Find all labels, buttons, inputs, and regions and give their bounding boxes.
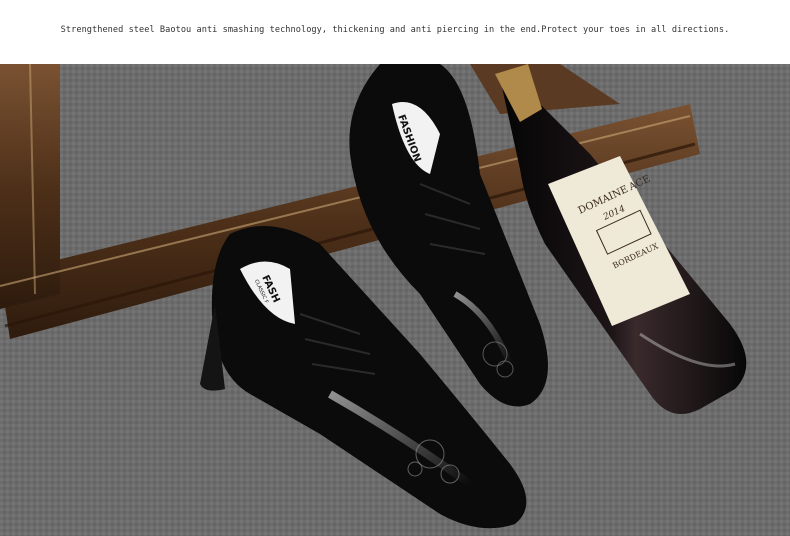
caption-bar: Strengthened steel Baotou anti smashing … [0, 0, 790, 64]
product-photo: DOMAINE ACE 2014 BORDEAUX FASHION CLASSI… [0, 64, 790, 536]
caption-text: Strengthened steel Baotou anti smashing … [60, 25, 730, 35]
photo-illustration: DOMAINE ACE 2014 BORDEAUX FASHION CLASSI… [0, 64, 790, 536]
